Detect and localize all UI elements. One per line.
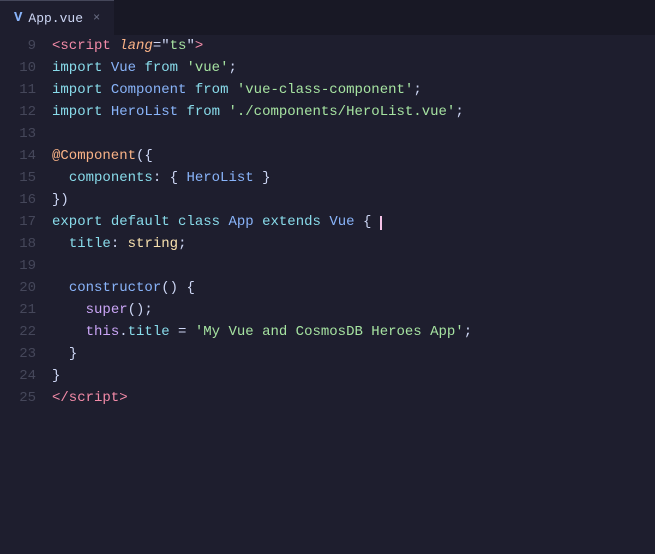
code-line-9: <script lang="ts"> (52, 35, 655, 57)
code-line-13 (52, 123, 655, 145)
editor-area: 9 10 11 12 13 14 15 16 17 18 19 20 21 22… (0, 35, 655, 554)
tab-filename: App.vue (28, 11, 83, 26)
tab-bar: V App.vue × (0, 0, 655, 35)
line-num-24: 24 (16, 365, 36, 387)
line-numbers: 9 10 11 12 13 14 15 16 17 18 19 20 21 22… (0, 35, 48, 554)
code-line-10: import Vue from 'vue'; (52, 57, 655, 79)
tab-app-vue[interactable]: V App.vue × (0, 0, 114, 35)
code-line-20: constructor() { (52, 277, 655, 299)
code-line-25: </script> (52, 387, 655, 409)
line-num-20: 20 (16, 277, 36, 299)
line-num-9: 9 (16, 35, 36, 57)
line-num-12: 12 (16, 101, 36, 123)
line-num-23: 23 (16, 343, 36, 365)
line-num-22: 22 (16, 321, 36, 343)
code-line-19 (52, 255, 655, 277)
line-num-16: 16 (16, 189, 36, 211)
code-line-17: export default class App extends Vue { (52, 211, 655, 233)
line-num-15: 15 (16, 167, 36, 189)
code-line-16: }) (52, 189, 655, 211)
code-line-14: @Component({ (52, 145, 655, 167)
code-line-11: import Component from 'vue-class-compone… (52, 79, 655, 101)
code-line-23: } (52, 343, 655, 365)
line-num-17: 17 (16, 211, 36, 233)
line-num-21: 21 (16, 299, 36, 321)
code-line-18: title: string; (52, 233, 655, 255)
vue-icon: V (14, 10, 22, 26)
tab-close-button[interactable]: × (93, 11, 100, 25)
code-line-24: } (52, 365, 655, 387)
code-line-21: super(); (52, 299, 655, 321)
code-line-12: import HeroList from './components/HeroL… (52, 101, 655, 123)
line-num-10: 10 (16, 57, 36, 79)
line-num-11: 11 (16, 79, 36, 101)
line-num-18: 18 (16, 233, 36, 255)
code-content[interactable]: <script lang="ts"> import Vue from 'vue'… (48, 35, 655, 554)
line-num-19: 19 (16, 255, 36, 277)
app-window: V App.vue × 9 10 11 12 13 14 15 16 17 18… (0, 0, 655, 554)
code-line-15: components: { HeroList } (52, 167, 655, 189)
line-num-25: 25 (16, 387, 36, 409)
code-line-22: this.title = 'My Vue and CosmosDB Heroes… (52, 321, 655, 343)
line-num-14: 14 (16, 145, 36, 167)
line-num-13: 13 (16, 123, 36, 145)
